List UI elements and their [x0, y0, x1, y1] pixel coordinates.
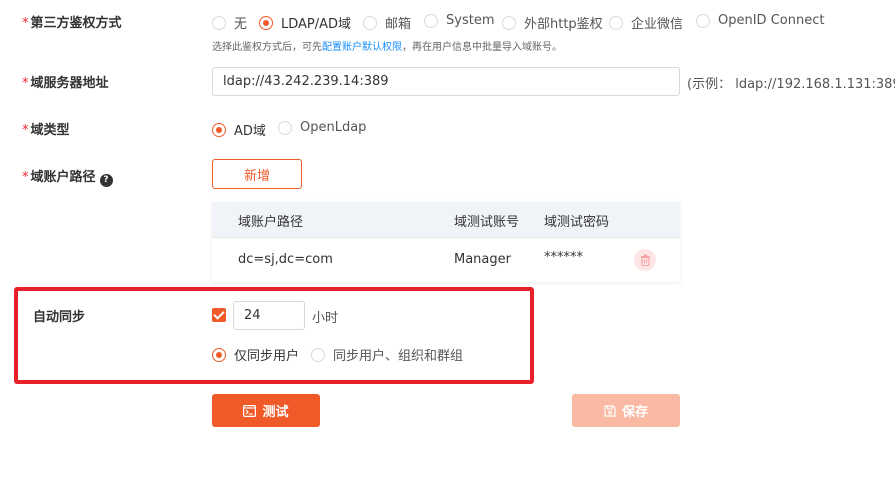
radio-auth-openid[interactable]: OpenID Connect: [696, 13, 824, 28]
radio-label: 企业微信: [631, 17, 684, 32]
header-path: 域账户路径: [238, 215, 304, 230]
sync-interval-unit: 小时: [312, 311, 339, 326]
table-header: 域账户路径 域测试账号 域测试密码: [212, 202, 680, 237]
required-mark: *: [22, 76, 29, 91]
radio-label: 同步用户、组织和群组: [333, 349, 464, 364]
header-account: 域测试账号: [454, 215, 520, 230]
radio-dot: [212, 122, 226, 137]
radio-auth-wecom[interactable]: 企业微信: [609, 13, 683, 32]
radio-domain-openldap[interactable]: OpenLdap: [278, 120, 366, 135]
radio-auth-ldap[interactable]: LDAP/AD域: [259, 13, 351, 32]
cell-password: ******: [544, 250, 583, 265]
radio-domain-ad[interactable]: AD域: [212, 120, 266, 139]
terminal-icon: [243, 404, 257, 417]
server-address-label: * 域服务器地址: [22, 76, 109, 91]
cell-account: Manager: [454, 252, 511, 267]
radio-dot: [278, 120, 292, 135]
radio-label: 无: [234, 17, 248, 32]
save-button[interactable]: 保存: [572, 394, 680, 427]
radio-sync-users-only[interactable]: 仅同步用户: [212, 345, 299, 364]
help-icon[interactable]: ?: [99, 174, 113, 187]
radio-auth-email[interactable]: 邮箱: [363, 13, 411, 32]
radio-dot: [609, 15, 623, 30]
radio-label: 邮箱: [385, 17, 412, 32]
radio-dot: [212, 15, 226, 30]
header-password: 域测试密码: [544, 215, 610, 230]
trash-icon: [640, 254, 650, 266]
radio-label: OpenID Connect: [718, 13, 825, 28]
radio-sync-all[interactable]: 同步用户、组织和群组: [311, 345, 463, 364]
radio-label: System: [446, 13, 495, 28]
cell-path: dc=sj,dc=com: [238, 252, 333, 267]
test-button-label: 测试: [262, 405, 289, 420]
radio-dot: [696, 13, 710, 28]
radio-auth-none[interactable]: 无: [212, 13, 247, 32]
ldap-settings-form: * 第三方鉴权方式 无 LDAP/AD域 邮箱 System 外部http鉴权 企…: [0, 0, 895, 501]
radio-auth-system[interactable]: System: [424, 13, 494, 28]
delete-row-button[interactable]: [634, 249, 656, 271]
server-address-example: (示例： ldap://192.168.1.131:389): [687, 77, 895, 92]
required-mark: *: [22, 123, 29, 138]
auto-sync-label: 自动同步: [33, 310, 86, 325]
radio-dot: [502, 15, 516, 30]
radio-label: LDAP/AD域: [281, 17, 352, 32]
account-path-label: * 域账户路径?: [22, 166, 113, 187]
radio-label: OpenLdap: [300, 120, 367, 135]
radio-label: AD域: [234, 124, 266, 139]
required-mark: *: [22, 16, 29, 31]
radio-label: 外部http鉴权: [524, 17, 603, 32]
radio-dot: [363, 15, 377, 30]
radio-dot: [212, 347, 226, 362]
auth-hint: 选择此鉴权方式后，可先配置账户默认权限，再在用户信息中批量导入域账号。: [212, 42, 562, 53]
auto-sync-checkbox[interactable]: [212, 308, 226, 322]
account-path-table: 域账户路径 域测试账号 域测试密码 dc=sj,dc=com Manager *…: [212, 202, 680, 282]
server-address-input[interactable]: ldap://43.242.239.14:389: [212, 67, 680, 96]
default-permission-link[interactable]: 配置账户默认权限: [322, 42, 402, 53]
domain-type-label: * 域类型: [22, 123, 70, 138]
radio-label: 仅同步用户: [234, 349, 300, 364]
table-row: dc=sj,dc=com Manager ******: [212, 237, 680, 282]
save-button-label: 保存: [621, 405, 648, 420]
radio-auth-http[interactable]: 外部http鉴权: [502, 13, 603, 32]
required-mark: *: [22, 170, 29, 185]
auth-method-label: * 第三方鉴权方式: [22, 16, 122, 31]
radio-dot: [311, 347, 325, 362]
test-button[interactable]: 测试: [212, 394, 320, 427]
add-account-path-button[interactable]: 新增: [212, 159, 302, 189]
save-icon: [604, 404, 616, 417]
radio-dot: [424, 13, 438, 28]
sync-interval-input[interactable]: 24: [233, 301, 305, 330]
radio-dot: [259, 15, 273, 30]
